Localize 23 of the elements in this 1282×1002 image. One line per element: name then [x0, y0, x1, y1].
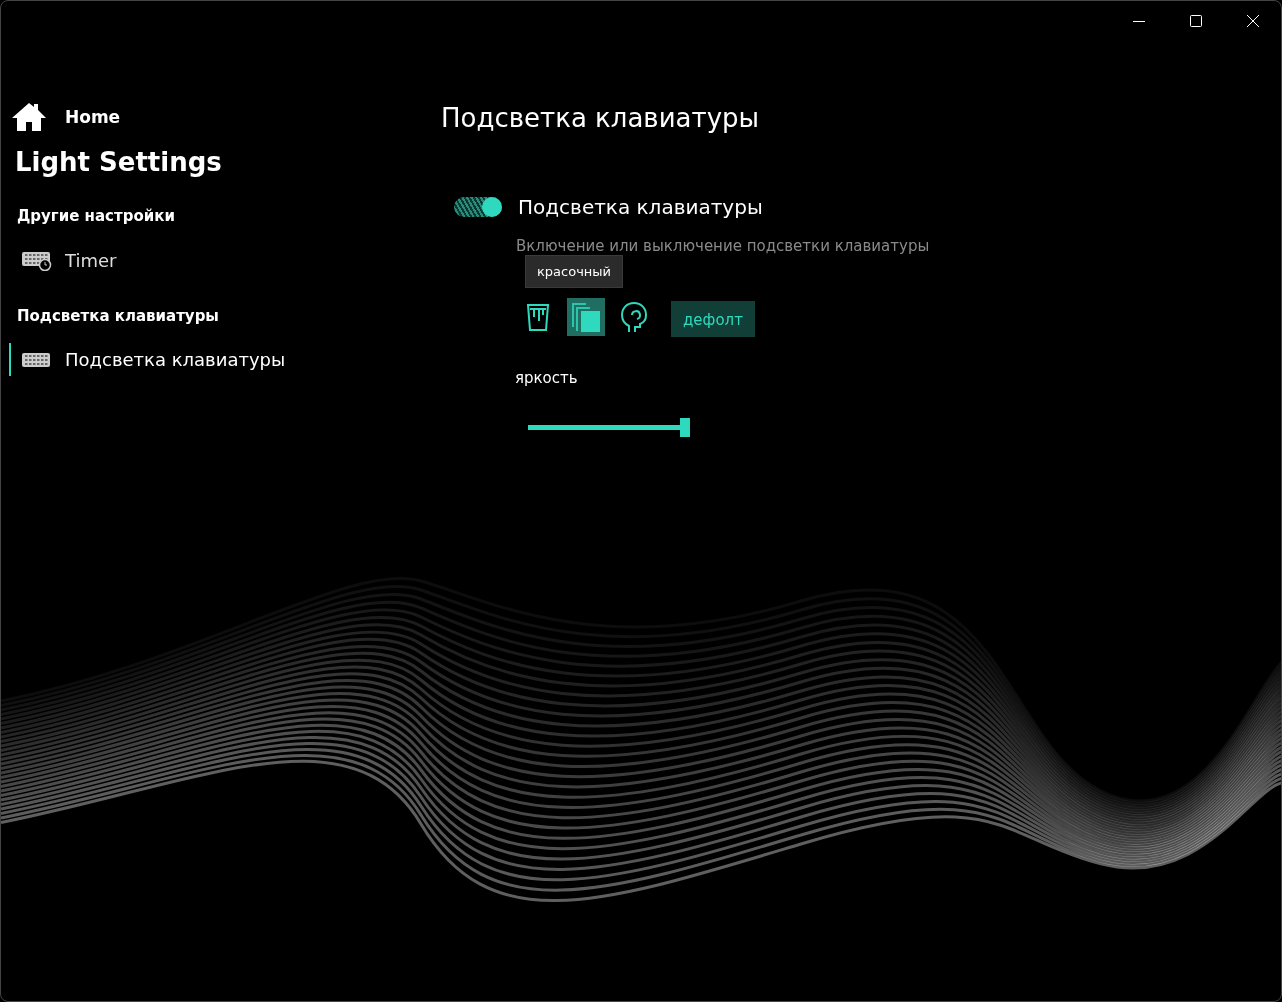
default-button[interactable]: дефолт [671, 301, 755, 337]
minimize-icon [1132, 20, 1145, 22]
page-title: Подсветка клавиатуры [441, 103, 761, 133]
slider-thumb[interactable] [680, 418, 690, 437]
keyboard-clock-icon [21, 249, 53, 271]
home-link[interactable]: Home [1, 97, 121, 137]
toggle-description: Включение или выключение подсветки клавиатуры [516, 237, 931, 255]
close-icon [1246, 15, 1259, 27]
layers-icon [569, 300, 603, 334]
paint-bucket-icon [525, 302, 551, 332]
home-icon [11, 102, 47, 132]
app-title: Light Settings [15, 147, 223, 177]
head-icon [619, 301, 649, 333]
toggle-switch[interactable] [454, 197, 502, 217]
tooltip: красочный [525, 255, 624, 288]
nav-item[interactable]: Подсветка клавиатуры [9, 343, 296, 376]
nav-section-header: Подсветка клавиатуры [17, 307, 220, 325]
brightness-slider[interactable] [528, 418, 690, 437]
nav-section-header: Другие настройки [17, 207, 176, 225]
maximize-icon [1189, 15, 1202, 27]
brightness-label: яркость [515, 369, 579, 387]
nav-item[interactable]: Timer [9, 243, 127, 277]
toggle-label: Подсветка клавиатуры [518, 195, 763, 219]
